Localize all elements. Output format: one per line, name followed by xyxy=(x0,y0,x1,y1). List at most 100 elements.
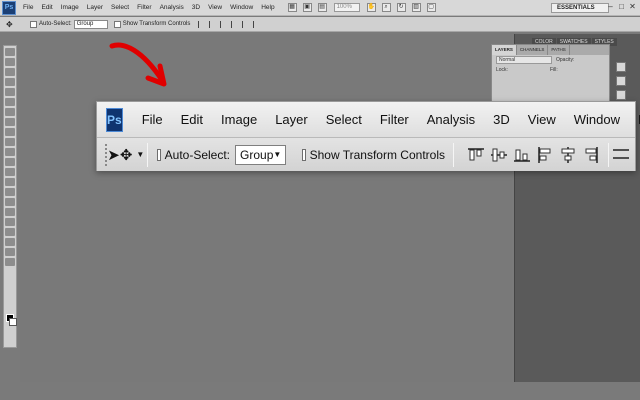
show-transform-controls-checkbox[interactable] xyxy=(302,148,306,161)
masks-panel-icon[interactable] xyxy=(616,90,626,100)
menu-help[interactable]: Help xyxy=(629,112,640,127)
divider xyxy=(453,142,454,167)
align-icon[interactable] xyxy=(220,20,226,28)
menu-window-small[interactable]: Window xyxy=(226,4,257,11)
tab-layers[interactable]: LAYERS xyxy=(492,45,517,55)
adjustments-panel-icon[interactable] xyxy=(616,76,626,86)
align-icon[interactable] xyxy=(198,20,204,28)
blend-mode-select[interactable]: Normal xyxy=(496,56,552,64)
extras-icon[interactable]: ▤ xyxy=(317,3,327,12)
menu-filter[interactable]: Filter xyxy=(371,112,418,127)
canvas-area xyxy=(20,34,512,382)
bridge-icon[interactable]: ▦ xyxy=(287,3,297,12)
menu-3d[interactable]: 3D xyxy=(484,112,519,127)
window-controls: – □ ✕ xyxy=(604,3,637,12)
hand-tool-icon[interactable] xyxy=(5,248,15,256)
eraser-tool-icon[interactable] xyxy=(5,148,15,156)
blend-row: Normal Opacity: xyxy=(492,55,609,65)
eyedropper-tool-icon[interactable] xyxy=(5,98,15,106)
menu-edit[interactable]: Edit xyxy=(172,112,212,127)
hand-tool-icon[interactable]: ✋ xyxy=(366,3,376,12)
brush-tool-icon[interactable] xyxy=(5,118,15,126)
layers-panel-tabs: LAYERS CHANNELS PATHS xyxy=(492,45,609,55)
crop-tool-icon[interactable] xyxy=(5,88,15,96)
3d-orbit-tool-icon[interactable] xyxy=(5,238,15,246)
move-tool-icon[interactable] xyxy=(5,48,15,56)
tab-paths[interactable]: PATHS xyxy=(548,45,570,55)
opacity-label: Opacity: xyxy=(556,57,575,63)
show-transform-checkbox-small[interactable] xyxy=(113,20,121,28)
minimize-button[interactable]: – xyxy=(606,3,615,12)
3d-rotate-tool-icon[interactable] xyxy=(5,228,15,236)
menu-layer[interactable]: Layer xyxy=(266,112,317,127)
color-panel-icon[interactable] xyxy=(616,62,626,72)
marquee-tool-icon[interactable] xyxy=(5,58,15,66)
divider xyxy=(147,142,149,167)
menu-analysis-small[interactable]: Analysis xyxy=(156,4,188,11)
menu-view[interactable]: View xyxy=(519,112,565,127)
menu-file[interactable]: File xyxy=(133,112,172,127)
menu-filter-small[interactable]: Filter xyxy=(133,4,155,11)
clone-stamp-tool-icon[interactable] xyxy=(5,128,15,136)
menu-edit-small[interactable]: Edit xyxy=(37,4,56,11)
align-icon[interactable] xyxy=(242,20,248,28)
menu-help-small[interactable]: Help xyxy=(257,4,278,11)
workspace-switcher[interactable]: ESSENTIALS xyxy=(551,3,609,13)
auto-select-label: Auto-Select: xyxy=(164,147,231,162)
zoom-level-field[interactable]: 100% xyxy=(333,3,360,12)
menu-select-small[interactable]: Select xyxy=(107,4,133,11)
menu-view-small[interactable]: View xyxy=(204,4,226,11)
align-right-edges-icon[interactable] xyxy=(582,146,600,164)
pen-tool-icon[interactable] xyxy=(5,188,15,196)
path-selection-tool-icon[interactable] xyxy=(5,208,15,216)
shape-tool-icon[interactable] xyxy=(5,218,15,226)
align-bottom-edges-icon[interactable] xyxy=(513,146,531,164)
align-top-edges-icon[interactable] xyxy=(467,146,485,164)
auto-select-checkbox-small[interactable] xyxy=(30,20,37,28)
lasso-tool-icon[interactable] xyxy=(5,68,15,76)
lock-row: Lock: Fill: xyxy=(492,65,609,75)
menu-analysis[interactable]: Analysis xyxy=(418,112,484,127)
menu-layer-small[interactable]: Layer xyxy=(83,4,107,11)
align-icon[interactable] xyxy=(231,20,237,28)
close-button[interactable]: ✕ xyxy=(628,3,637,12)
menu-file-small[interactable]: File xyxy=(19,4,37,11)
fill-label: Fill: xyxy=(549,67,558,73)
tab-channels[interactable]: CHANNELS xyxy=(517,45,549,55)
blur-tool-icon[interactable] xyxy=(5,168,15,176)
move-tool-preset-picker[interactable]: ➤✥ ▼ xyxy=(107,142,144,168)
auto-select-value: Group xyxy=(240,147,274,162)
zoom-tool-icon[interactable]: ⌕ xyxy=(381,3,391,12)
app-bar-tools: ▦ ▣ ▤ 100% ✋ ⌕ ↻ ▥ ▢ xyxy=(285,3,439,12)
rotate-view-icon[interactable]: ↻ xyxy=(396,3,406,12)
auto-select-dropdown-small[interactable]: Group xyxy=(73,19,108,29)
align-vertical-centers-icon[interactable] xyxy=(490,146,508,164)
healing-brush-tool-icon[interactable] xyxy=(5,108,15,116)
zoom-tool-icon[interactable] xyxy=(5,258,15,266)
move-tool-icon-small[interactable]: ✥ xyxy=(6,20,24,29)
background-color-swatch[interactable] xyxy=(9,318,17,326)
align-horizontal-centers-icon[interactable] xyxy=(559,146,577,164)
photoshop-logo: Ps xyxy=(106,107,123,132)
mini-bridge-icon[interactable]: ▣ xyxy=(302,3,312,12)
align-icon[interactable] xyxy=(209,20,215,28)
auto-select-checkbox[interactable] xyxy=(157,148,161,161)
history-brush-tool-icon[interactable] xyxy=(5,138,15,146)
align-left-edges-icon[interactable] xyxy=(536,146,554,164)
screen-mode-icon[interactable]: ▢ xyxy=(426,3,436,12)
dodge-tool-icon[interactable] xyxy=(5,178,15,186)
align-icon[interactable] xyxy=(253,20,259,28)
maximize-button[interactable]: □ xyxy=(617,3,626,12)
distribute-top-edges-icon[interactable] xyxy=(612,146,630,164)
auto-select-dropdown[interactable]: Group ▼ xyxy=(235,144,287,165)
menu-image[interactable]: Image xyxy=(212,112,266,127)
divider xyxy=(608,142,609,167)
menu-3d-small[interactable]: 3D xyxy=(188,4,204,11)
type-tool-icon[interactable] xyxy=(5,198,15,206)
menu-image-small[interactable]: Image xyxy=(57,4,83,11)
menu-window[interactable]: Window xyxy=(565,112,629,127)
quick-select-tool-icon[interactable] xyxy=(5,78,15,86)
gradient-tool-icon[interactable] xyxy=(5,158,15,166)
arrange-documents-icon[interactable]: ▥ xyxy=(411,3,421,12)
menu-select[interactable]: Select xyxy=(317,112,371,127)
